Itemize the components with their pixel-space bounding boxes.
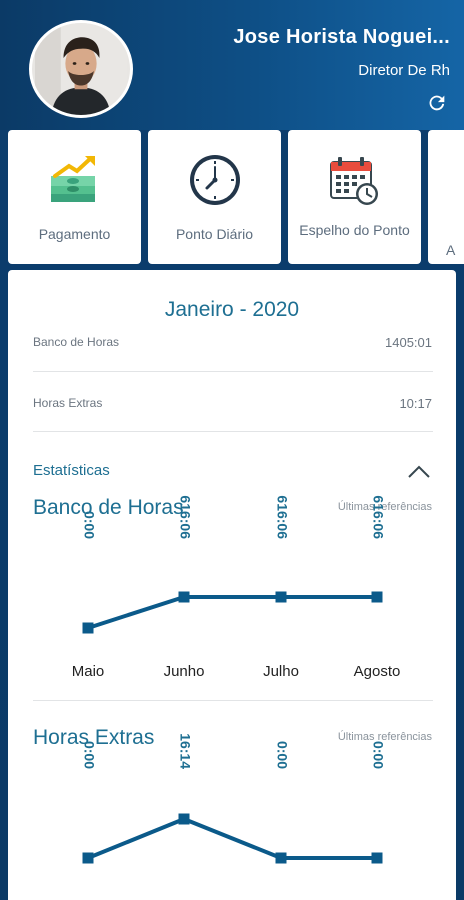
stats-title: Estatísticas [33, 462, 110, 479]
bank-hours-chart: 0:00 Maio 616:06 Junho 616:06 Julho 616:06 Agos… [33, 495, 443, 688]
series-line [87, 817, 377, 860]
data-point [371, 852, 383, 864]
shortcut-tiles: Pagamento Ponto Diário Espelho do Ponto … [8, 130, 464, 264]
data-label: 0:00 [81, 511, 97, 539]
category-label: Maio [72, 663, 105, 680]
profile-header: Jose Horista Noguei... Diretor De Rh [0, 0, 464, 130]
tile-label: Ponto Diário [175, 226, 254, 242]
clock-icon [189, 155, 240, 205]
data-point [275, 852, 287, 864]
divider [33, 700, 433, 701]
data-label: 0:00 [370, 741, 386, 769]
refresh-icon [429, 95, 445, 111]
data-point [371, 591, 383, 603]
month-title: Janeiro - 2020 [164, 298, 300, 321]
money-growth-icon [50, 156, 95, 202]
data-label: 616:06 [274, 495, 290, 539]
bank-hours-chart-svg: 0:00 Maio 616:06 Junho 616:06 Julho 616:06 Agos… [72, 495, 401, 680]
category-label: Agosto [354, 663, 401, 680]
data-point [178, 813, 190, 825]
collapse-button[interactable] [406, 462, 432, 482]
avatar[interactable] [29, 20, 133, 118]
tile-label: Espelho do Ponto [299, 222, 410, 238]
data-label: 16:14 [177, 733, 193, 769]
bank-chart-title: Banco de Horas [33, 496, 184, 519]
data-point [178, 591, 190, 603]
tile-pagamento[interactable]: Pagamento [8, 130, 141, 264]
tile-ponto-diario[interactable]: Ponto Diário [148, 130, 281, 264]
bank-value: 1405:01 [385, 335, 432, 350]
bank-label: Banco de Horas [33, 335, 120, 349]
extra-value: 10:17 [399, 396, 432, 411]
data-point [82, 622, 94, 634]
user-role: Diretor De Rh [358, 62, 450, 79]
tile-label: A [446, 242, 456, 258]
calendar-clock-icon [329, 157, 378, 205]
divider [33, 431, 433, 432]
refresh-button[interactable] [426, 92, 448, 114]
tile-espelho-do-ponto[interactable]: Espelho do Ponto [288, 130, 421, 264]
tile-partial[interactable]: A [428, 130, 464, 264]
divider [33, 371, 433, 372]
extra-hours-chart-svg: 0:00 16:14 0:00 0:00 [81, 733, 386, 864]
avatar-photo [35, 23, 127, 115]
data-point [275, 591, 287, 603]
data-label: 0:00 [274, 741, 290, 769]
category-label: Junho [164, 663, 205, 680]
user-name: Jose Horista Noguei... [233, 26, 450, 48]
data-label: 616:06 [177, 495, 193, 539]
tile-label: Pagamento [38, 226, 111, 242]
extra-hours-chart: 0:00 16:14 0:00 0:00 [33, 733, 443, 888]
chevron-up-icon [408, 465, 430, 478]
data-label: 616:06 [370, 495, 386, 539]
data-point [82, 852, 94, 864]
category-label: Julho [263, 663, 299, 680]
extra-label: Horas Extras [33, 396, 103, 410]
data-label: 0:00 [81, 741, 97, 769]
series-line [87, 595, 377, 630]
